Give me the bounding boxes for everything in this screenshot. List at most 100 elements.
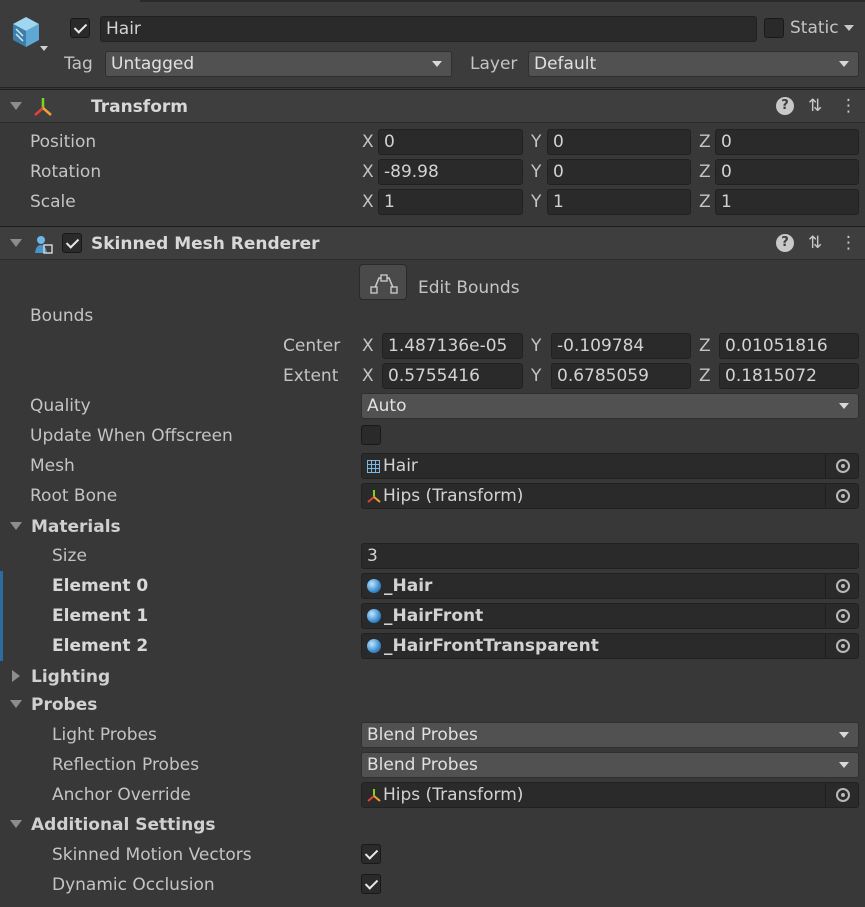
rotation-x-input[interactable]: -89.98 (378, 159, 523, 185)
root-bone-object-field[interactable]: Hips (Transform) (361, 483, 859, 509)
extent-z-label[interactable]: Z (699, 364, 711, 388)
quality-label: Quality (30, 396, 91, 416)
picker-divider (825, 574, 826, 598)
dynamic-occlusion-checkbox[interactable] (361, 874, 381, 894)
scale-x-input[interactable]: 1 (378, 189, 523, 215)
mesh-object-field[interactable]: Hair (361, 453, 859, 479)
skinned-motion-vectors-label: Skinned Motion Vectors (52, 845, 252, 865)
quality-dropdown[interactable]: Auto (361, 393, 859, 419)
center-z-label[interactable]: Z (699, 334, 711, 358)
reflection-probes-dropdown[interactable]: Blend Probes (361, 752, 859, 778)
object-picker-icon[interactable] (836, 609, 850, 623)
dynamic-occlusion-label: Dynamic Occlusion (52, 875, 215, 895)
more-options-icon[interactable]: ⋮ (840, 96, 857, 116)
mesh-grid-icon (367, 460, 380, 473)
static-label[interactable]: Static (790, 18, 839, 38)
object-picker-icon[interactable] (836, 639, 850, 653)
scale-z-label[interactable]: Z (699, 190, 711, 214)
scale-y-input[interactable]: 1 (547, 189, 691, 215)
static-checkbox[interactable] (764, 18, 784, 38)
rotation-z-input[interactable]: 0 (715, 159, 859, 185)
foldout-arrow-icon[interactable] (10, 102, 22, 110)
smr-header[interactable]: Skinned Mesh Renderer ? ⇅ ⋮ (0, 226, 865, 260)
materials-selection-bar (0, 571, 3, 661)
tag-label: Tag (64, 54, 93, 74)
extent-x-label[interactable]: X (362, 364, 374, 388)
extent-y-input[interactable]: 0.6785059 (551, 363, 691, 389)
rotation-y-label[interactable]: Y (531, 160, 541, 184)
position-z-input[interactable]: 0 (715, 129, 859, 155)
element-0-label: Element 0 (52, 576, 149, 596)
gameobject-cube-icon[interactable] (10, 14, 50, 56)
extent-z-input[interactable]: 0.1815072 (719, 363, 859, 389)
materials-foldout-icon[interactable] (10, 522, 22, 530)
layer-value: Default (534, 54, 597, 74)
probes-foldout-icon[interactable] (10, 700, 22, 708)
scale-x-label[interactable]: X (362, 190, 374, 214)
presets-icon[interactable]: ⇅ (808, 96, 822, 116)
position-x-label[interactable]: X (362, 130, 374, 154)
element-1-object-field[interactable]: _HairFront (361, 603, 859, 629)
help-icon[interactable]: ? (776, 97, 794, 115)
picker-divider (825, 454, 826, 478)
lighting-foldout-icon[interactable] (12, 670, 20, 682)
rotation-y-input[interactable]: 0 (547, 159, 691, 185)
scale-z-input[interactable]: 1 (715, 189, 859, 215)
update-offscreen-checkbox[interactable] (361, 425, 381, 445)
center-z-input[interactable]: 0.01051816 (719, 333, 859, 359)
additional-settings-foldout-icon[interactable] (10, 820, 22, 828)
center-x-input[interactable]: 1.487136e-05 (382, 333, 523, 359)
chevron-down-icon (432, 61, 442, 67)
foldout-arrow-icon[interactable] (10, 239, 22, 247)
materials-size-input[interactable]: 3 (361, 543, 859, 569)
element-1-label: Element 1 (52, 606, 149, 626)
object-picker-icon[interactable] (836, 579, 850, 593)
extent-x-input[interactable]: 0.5755416 (382, 363, 523, 389)
element-0-object-field[interactable]: _Hair (361, 573, 859, 599)
anchor-override-object-field[interactable]: Hips (Transform) (361, 782, 859, 808)
edit-bounds-label: Edit Bounds (418, 278, 520, 298)
edit-bounds-button[interactable] (359, 264, 407, 300)
position-y-label[interactable]: Y (531, 130, 541, 154)
object-header: Hair Static Tag Untagged Layer Default (0, 0, 865, 88)
center-y-input[interactable]: -0.109784 (551, 333, 691, 359)
layer-dropdown[interactable]: Default (528, 51, 859, 77)
probes-title[interactable]: Probes (31, 695, 97, 715)
materials-title[interactable]: Materials (31, 517, 121, 537)
object-picker-icon[interactable] (836, 788, 850, 802)
additional-settings-title[interactable]: Additional Settings (31, 815, 216, 835)
picker-divider (825, 604, 826, 628)
scale-y-label[interactable]: Y (531, 190, 541, 214)
more-options-icon[interactable]: ⋮ (840, 233, 857, 253)
extent-y-label[interactable]: Y (531, 364, 541, 388)
position-z-label[interactable]: Z (699, 130, 711, 154)
reflection-probes-label: Reflection Probes (52, 755, 200, 775)
object-name-input[interactable]: Hair (100, 16, 757, 42)
rotation-z-label[interactable]: Z (699, 160, 711, 184)
element-2-object-field[interactable]: _HairFrontTransparent (361, 633, 859, 659)
transform-header[interactable]: Transform ? ⇅ ⋮ (0, 89, 865, 123)
tag-dropdown[interactable]: Untagged (105, 51, 452, 77)
material-icon (367, 579, 381, 593)
light-probes-dropdown[interactable]: Blend Probes (361, 722, 859, 748)
skinned-motion-vectors-checkbox[interactable] (361, 844, 381, 864)
smr-enabled-toggle[interactable] (62, 233, 82, 253)
scale-label: Scale (30, 192, 76, 212)
light-probes-label: Light Probes (52, 725, 157, 745)
center-y-label[interactable]: Y (531, 334, 541, 358)
rotation-x-label[interactable]: X (362, 160, 374, 184)
static-dropdown-icon[interactable] (844, 25, 854, 31)
layer-label: Layer (470, 54, 518, 74)
picker-divider (825, 484, 826, 508)
object-picker-icon[interactable] (836, 489, 850, 503)
position-x-input[interactable]: 0 (378, 129, 523, 155)
position-y-input[interactable]: 0 (547, 129, 691, 155)
active-toggle[interactable] (70, 18, 90, 38)
help-icon[interactable]: ? (776, 234, 794, 252)
lighting-title[interactable]: Lighting (31, 667, 110, 687)
center-x-label[interactable]: X (362, 334, 374, 358)
quality-value: Auto (367, 396, 407, 416)
object-picker-icon[interactable] (836, 459, 850, 473)
presets-icon[interactable]: ⇅ (808, 233, 822, 253)
bounds-label: Bounds (30, 306, 94, 326)
